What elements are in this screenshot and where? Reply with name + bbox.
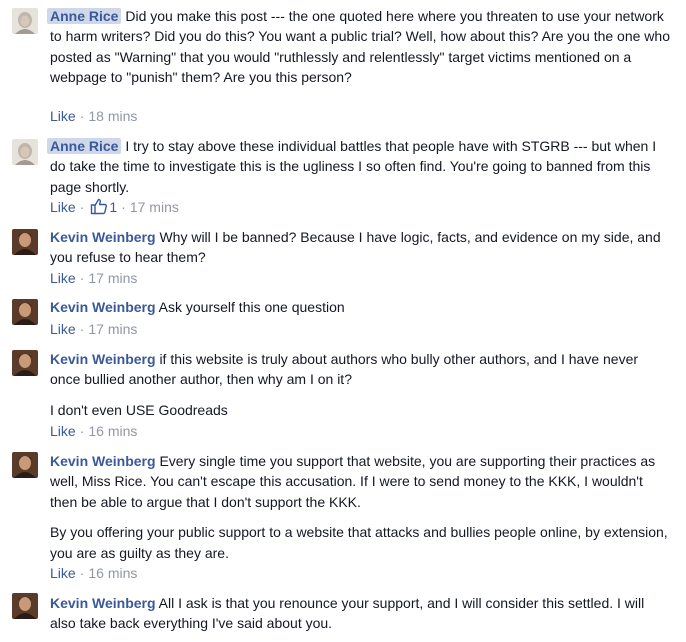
comment-author[interactable]: Kevin Weinberg <box>50 453 156 469</box>
avatar-anne-rice[interactable] <box>12 8 38 34</box>
like-link[interactable]: Like <box>50 565 76 581</box>
like-link[interactable]: Like <box>50 423 76 439</box>
comment-author[interactable]: Kevin Weinberg <box>50 595 156 611</box>
comment-meta: Like · 17 mins <box>50 321 138 337</box>
like-link[interactable]: Like <box>50 108 76 124</box>
comment-author[interactable]: Anne Rice <box>47 8 122 24</box>
comment-meta: Like · 18 mins <box>50 108 138 124</box>
comment-author[interactable]: Kevin Weinberg <box>50 299 156 315</box>
comment-text: Ask yourself this one question <box>158 299 345 315</box>
comment-text: I don't even USE Goodreads <box>50 401 228 418</box>
avatar-anne-rice[interactable] <box>12 139 38 165</box>
thumbs-up-icon[interactable] <box>90 198 108 220</box>
comment-timestamp[interactable]: 17 mins <box>88 321 137 337</box>
comment-author[interactable]: Kevin Weinberg <box>50 229 156 245</box>
avatar-kevin-weinberg[interactable] <box>12 350 38 376</box>
avatar-kevin-weinberg[interactable] <box>12 299 38 325</box>
comment-timestamp[interactable]: 17 mins <box>130 199 179 215</box>
comment-timestamp[interactable]: 16 mins <box>88 565 137 581</box>
comment-meta: Like · 1 · 17 mins <box>50 197 179 217</box>
comment-meta: Like · 16 mins <box>50 565 138 581</box>
like-count[interactable]: 1 <box>109 199 117 215</box>
avatar-kevin-weinberg[interactable] <box>12 452 38 478</box>
comment-text: By you offering your public support to a… <box>50 524 668 561</box>
like-link[interactable]: Like <box>50 270 76 286</box>
comment-timestamp[interactable]: 18 mins <box>88 108 137 124</box>
avatar-kevin-weinberg[interactable] <box>12 593 38 619</box>
comment-timestamp[interactable]: 17 mins <box>88 270 137 286</box>
comment-timestamp[interactable]: 16 mins <box>88 423 137 439</box>
like-link[interactable]: Like <box>50 199 76 215</box>
comment-meta: Like · 16 mins <box>50 423 138 439</box>
comment-text: I try to stay above these individual bat… <box>50 138 657 195</box>
comment-author[interactable]: Kevin Weinberg <box>50 351 156 367</box>
comment-author[interactable]: Anne Rice <box>47 138 122 154</box>
avatar-kevin-weinberg[interactable] <box>12 229 38 255</box>
like-link[interactable]: Like <box>50 321 76 337</box>
comment-text: Did you make this post --- the one quote… <box>50 8 670 86</box>
comment-meta: Like · 17 mins <box>50 270 138 286</box>
